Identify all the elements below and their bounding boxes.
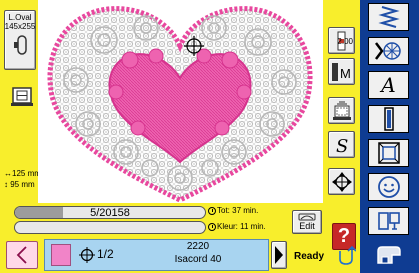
edit-button[interactable]: Edit xyxy=(292,210,322,234)
hoop-icon xyxy=(14,35,27,55)
sidebar-item-stitches[interactable] xyxy=(368,3,409,31)
quilt-icon xyxy=(377,142,400,164)
return-arrow-icon[interactable] xyxy=(336,245,356,267)
stitch-progress-bar: 5/20158 xyxy=(14,206,206,219)
previous-color-button[interactable] xyxy=(6,241,38,269)
total-time: Tot: 37 min. xyxy=(208,206,258,215)
thread-brand: Isacord 40 xyxy=(174,254,222,265)
edit-label: Edit xyxy=(299,221,315,231)
design-width: ↔125 mm xyxy=(4,169,41,178)
sidebar-item-embroidery[interactable] xyxy=(368,37,409,65)
hoop-name: L.Oval xyxy=(8,13,32,22)
embroidery-canvas[interactable] xyxy=(38,0,323,203)
sidebar-item-history[interactable] xyxy=(368,207,409,235)
layout-button[interactable] xyxy=(328,97,355,124)
ready-status: Ready xyxy=(294,251,325,262)
clock-icon xyxy=(208,222,216,231)
design-dimensions: ↔125 mm ↕ 95 mm xyxy=(4,168,41,190)
thread-color-swatch xyxy=(51,244,71,266)
arrow-left-icon xyxy=(16,246,27,264)
next-color-button[interactable] xyxy=(271,241,287,269)
curve-label: S xyxy=(336,136,348,156)
sidebar-item-buttonholes[interactable] xyxy=(368,105,409,133)
mirror-button[interactable]: M xyxy=(328,58,355,85)
color-time: Kleur: 11 min. xyxy=(208,222,266,231)
mirror-label: M xyxy=(340,66,351,81)
buttonhole-icon xyxy=(383,107,394,131)
sidebar-item-quilt[interactable] xyxy=(368,139,409,167)
hoop-view-button[interactable] xyxy=(9,84,35,110)
resize-value: 2.00 xyxy=(337,37,353,46)
stitch-counter: 5/20158 xyxy=(90,207,130,219)
curve-text-button[interactable]: S xyxy=(328,131,355,158)
hoop-size: 145x255 xyxy=(4,22,36,31)
move-design-button[interactable] xyxy=(328,168,355,195)
embroidery-design xyxy=(47,6,313,203)
design-height: ↕ 95 mm xyxy=(4,180,35,189)
color-index: 1/2 xyxy=(97,247,114,261)
personal-program-icon xyxy=(377,176,400,198)
clock-icon xyxy=(208,206,216,215)
hoop-select-button[interactable]: L.Oval 145x255 xyxy=(4,10,36,70)
needle-crosshair-icon xyxy=(79,247,95,263)
resize-button[interactable]: 2.00 xyxy=(328,27,355,54)
thread-color-panel[interactable]: 1/2 2220 Isacord 40 xyxy=(44,239,269,271)
arrow-right-icon xyxy=(275,246,283,264)
hoop-view-icon xyxy=(11,87,33,106)
total-time-text: Tot: 37 min. xyxy=(217,206,259,215)
sidebar-item-setup[interactable] xyxy=(368,241,409,269)
history-icon xyxy=(377,212,400,230)
color-progress-bar xyxy=(14,221,206,234)
color-time-text: Kleur: 11 min. xyxy=(217,222,266,231)
setup-icon xyxy=(376,246,401,264)
move-icon xyxy=(331,171,352,192)
thread-number: 2220 xyxy=(186,241,210,252)
stitch-zigzag-icon xyxy=(377,6,400,28)
embroidery-select-icon xyxy=(374,42,401,60)
mirror-icon: M xyxy=(331,62,351,81)
curve-text-icon: S xyxy=(336,136,348,156)
alphabet-icon: A xyxy=(381,73,396,97)
embroidery-edit-screen: L.Oval 145x255 ↔125 mm ↕ 95 mm 2.00 M S … xyxy=(0,0,419,273)
embroidery-hoop-icon xyxy=(298,213,316,221)
sidebar-item-personal[interactable] xyxy=(368,173,409,201)
layout-icon xyxy=(332,101,351,120)
function-sidebar: A xyxy=(360,0,419,273)
sidebar-item-alphabets[interactable]: A xyxy=(368,71,409,99)
